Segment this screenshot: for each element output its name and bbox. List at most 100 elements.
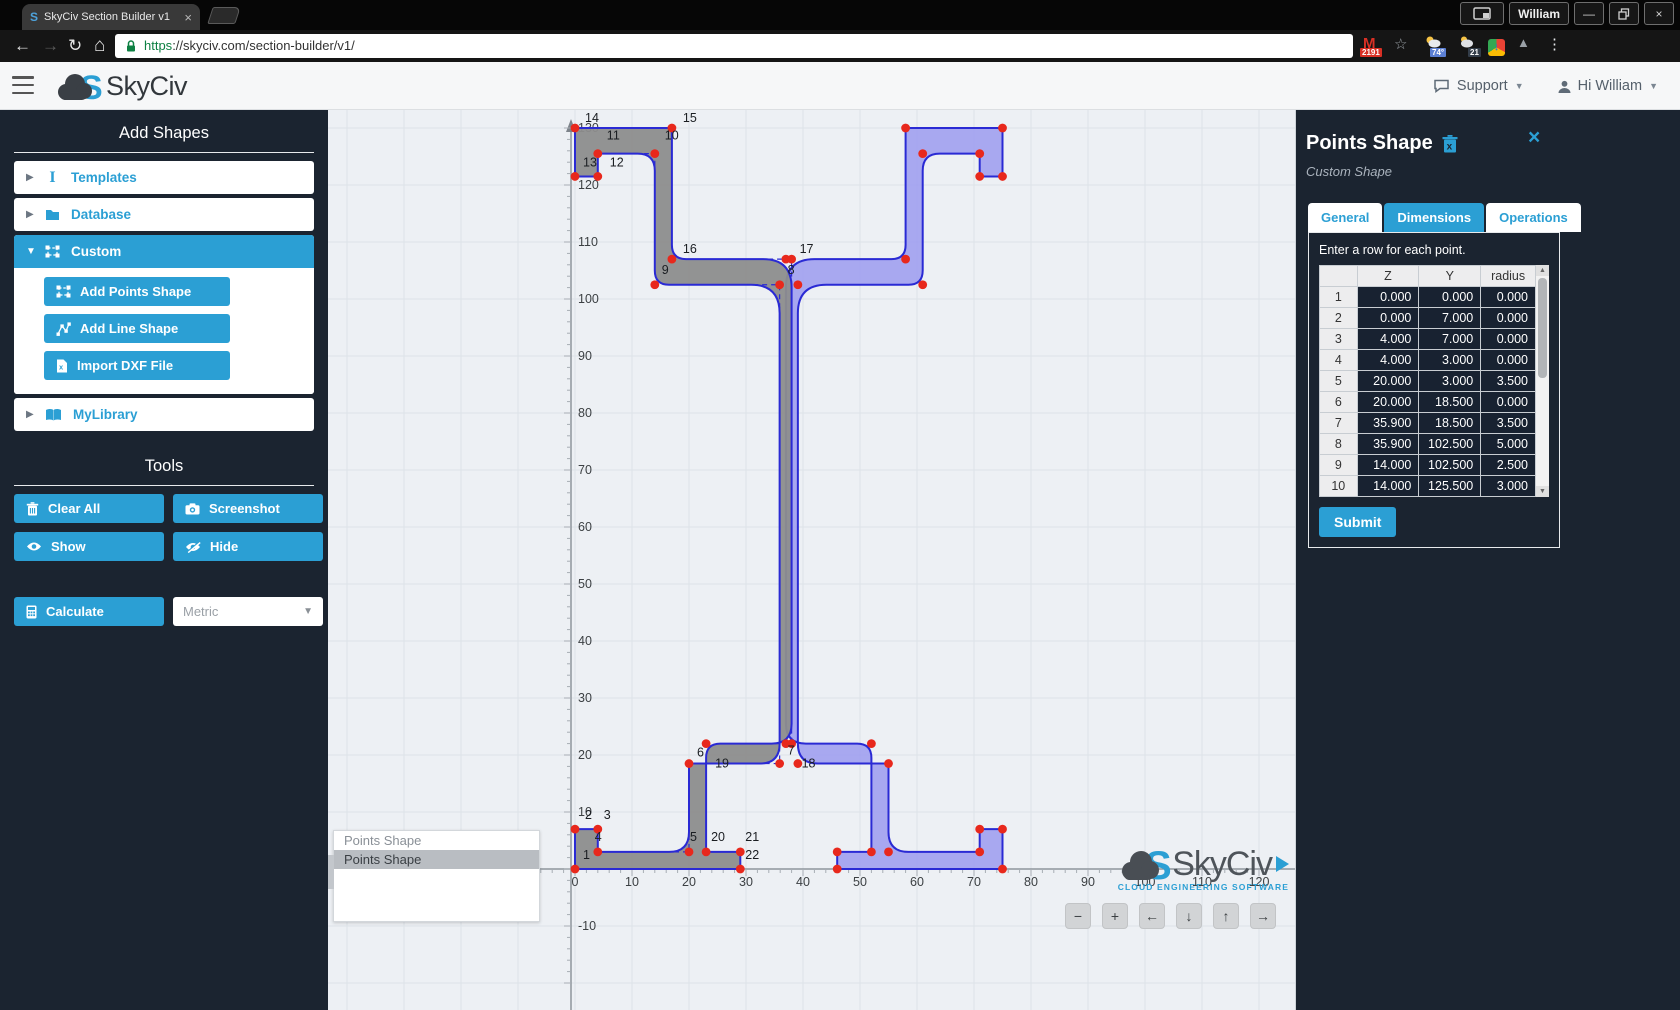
point-value-cell[interactable]: 102.500 [1419, 434, 1481, 455]
point-value-cell[interactable]: 3.500 [1481, 371, 1536, 392]
shape-list-item[interactable]: Points Shape [334, 850, 539, 869]
vertex-dot[interactable] [998, 172, 1007, 181]
point-value-cell[interactable]: 4.000 [1357, 350, 1419, 371]
window-icon-button[interactable] [1460, 2, 1504, 25]
scroll-up-icon[interactable]: ▲ [1536, 265, 1549, 276]
vertex-dot[interactable] [884, 759, 893, 768]
vertex-dot[interactable] [975, 149, 984, 158]
tab-operations[interactable]: Operations [1486, 203, 1581, 232]
drawing-canvas[interactable]: 0102030405060708090100110120130120110100… [328, 110, 1295, 1010]
window-close-button[interactable]: × [1644, 2, 1674, 25]
add-line-shape-button[interactable]: Add Line Shape [44, 314, 230, 343]
vertex-dot[interactable] [867, 739, 876, 748]
point-value-cell[interactable]: 0.000 [1419, 287, 1481, 308]
user-menu[interactable]: Hi William▼ [1558, 78, 1658, 94]
support-menu[interactable]: Support▼ [1433, 78, 1524, 94]
show-button[interactable]: Show [14, 532, 164, 561]
hamburger-menu-icon[interactable] [12, 76, 34, 94]
point-value-cell[interactable]: 4.000 [1357, 329, 1419, 350]
point-value-cell[interactable]: 0.000 [1481, 350, 1536, 371]
point-value-cell[interactable]: 35.900 [1357, 413, 1419, 434]
minimize-button[interactable]: — [1574, 2, 1604, 25]
vertex-dot[interactable] [571, 825, 580, 834]
vertex-dot[interactable] [650, 280, 659, 289]
vertex-dot[interactable] [571, 865, 580, 874]
point-value-cell[interactable]: 20.000 [1357, 392, 1419, 413]
vertex-dot[interactable] [918, 149, 927, 158]
vertex-dot[interactable] [998, 825, 1007, 834]
clear-all-button[interactable]: Clear All [14, 494, 164, 523]
vertex-dot[interactable] [685, 848, 694, 857]
vertex-dot[interactable] [975, 825, 984, 834]
blue-section-shape[interactable] [786, 128, 1003, 869]
point-value-cell[interactable]: 7.000 [1419, 329, 1481, 350]
screenshot-button[interactable]: Screenshot [173, 494, 323, 523]
point-value-cell[interactable]: 0.000 [1481, 392, 1536, 413]
tab-close-icon[interactable]: × [184, 11, 192, 24]
vertex-dot[interactable] [571, 172, 580, 181]
add-points-shape-button[interactable]: Add Points Shape [44, 277, 230, 306]
point-value-cell[interactable]: 14.000 [1357, 455, 1419, 476]
forward-button[interactable]: → [42, 34, 59, 58]
sidebar-item-custom[interactable]: ▼ Custom [14, 235, 314, 268]
vertex-dot[interactable] [867, 848, 876, 857]
downloader-extension-icon[interactable]: ↓ [1488, 37, 1505, 56]
bookmark-star-icon[interactable]: ☆ [1394, 35, 1407, 53]
point-value-cell[interactable]: 3.000 [1481, 476, 1536, 497]
shapes-list-overlay[interactable]: Points ShapePoints Shape [333, 830, 540, 922]
units-select[interactable]: Metric ▼ [173, 597, 323, 626]
vertex-dot[interactable] [668, 255, 677, 264]
vertex-dot[interactable] [884, 848, 893, 857]
point-value-cell[interactable]: 20.000 [1357, 371, 1419, 392]
point-value-cell[interactable]: 0.000 [1481, 329, 1536, 350]
drive-extension-icon[interactable]: ▲ [1517, 35, 1530, 50]
point-value-cell[interactable]: 3.000 [1419, 371, 1481, 392]
pan-left-button[interactable]: ← [1139, 903, 1165, 929]
sidebar-item-mylibrary[interactable]: ▶ MyLibrary [14, 398, 314, 431]
point-value-cell[interactable]: 2.500 [1481, 455, 1536, 476]
pan-up-button[interactable]: ↑ [1213, 903, 1239, 929]
import-dxf-button[interactable]: x Import DXF File [44, 351, 230, 380]
shape-list-item[interactable]: Points Shape [334, 831, 539, 850]
vertex-dot[interactable] [736, 865, 745, 874]
point-value-cell[interactable]: 7.000 [1419, 308, 1481, 329]
vertex-dot[interactable] [593, 172, 602, 181]
pan-right-button[interactable]: → [1250, 903, 1276, 929]
sidebar-item-templates[interactable]: ▶ I Templates [14, 161, 314, 194]
selected-gray-section-shape[interactable] [575, 128, 792, 869]
skyciv-logo[interactable]: S SkyCiv [54, 68, 187, 104]
back-button[interactable]: ← [14, 34, 31, 58]
point-value-cell[interactable]: 0.000 [1481, 308, 1536, 329]
restore-button[interactable] [1609, 2, 1639, 25]
panel-close-icon[interactable]: × [1528, 126, 1540, 150]
zoom-in-button[interactable]: + [1102, 903, 1128, 929]
browser-menu-icon[interactable]: ⋮ [1547, 35, 1562, 53]
point-value-cell[interactable]: 3.500 [1481, 413, 1536, 434]
point-value-cell[interactable]: 18.500 [1419, 413, 1481, 434]
point-value-cell[interactable]: 0.000 [1481, 287, 1536, 308]
vertex-dot[interactable] [685, 759, 694, 768]
tab-dimensions[interactable]: Dimensions [1384, 203, 1484, 232]
vertex-dot[interactable] [975, 172, 984, 181]
scroll-thumb[interactable] [1538, 278, 1547, 378]
vertex-dot[interactable] [793, 280, 802, 289]
submit-button[interactable]: Submit [1319, 507, 1396, 537]
home-button[interactable]: ⌂ [94, 34, 105, 58]
scroll-down-icon[interactable]: ▼ [1536, 486, 1549, 497]
point-value-cell[interactable]: 3.000 [1419, 350, 1481, 371]
vertex-dot[interactable] [833, 848, 842, 857]
point-value-cell[interactable]: 18.500 [1419, 392, 1481, 413]
vertex-dot[interactable] [736, 848, 745, 857]
tab-general[interactable]: General [1308, 203, 1382, 232]
zoom-out-button[interactable]: − [1065, 903, 1091, 929]
profile-button[interactable]: William [1509, 2, 1569, 25]
new-tab-button[interactable] [207, 7, 241, 24]
sidebar-item-database[interactable]: ▶ Database [14, 198, 314, 231]
vertex-dot[interactable] [571, 124, 580, 133]
calculate-button[interactable]: Calculate [14, 597, 164, 626]
pan-down-button[interactable]: ↓ [1176, 903, 1202, 929]
vertex-dot[interactable] [593, 848, 602, 857]
point-value-cell[interactable]: 0.000 [1357, 287, 1419, 308]
table-scrollbar[interactable]: ▲ ▼ [1536, 265, 1549, 497]
vertex-dot[interactable] [833, 865, 842, 874]
